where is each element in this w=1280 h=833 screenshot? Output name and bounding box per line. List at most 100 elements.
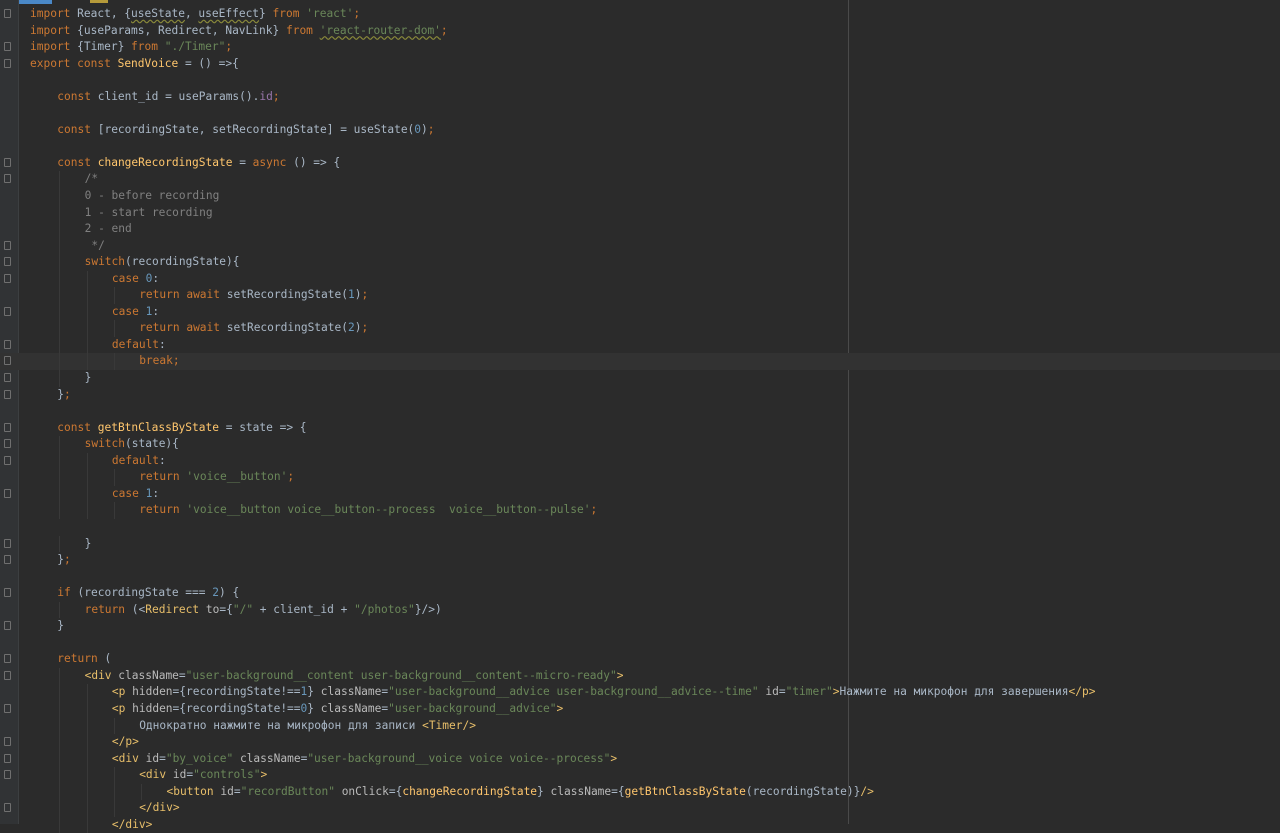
code-token: : [159,453,166,467]
code-line[interactable]: export const SendVoice = () =>{ [0,56,1280,73]
code-line[interactable]: import {useParams, Redirect, NavLink} fr… [0,23,1280,40]
code-line[interactable]: default: [0,452,1280,470]
code-line[interactable] [0,138,1280,155]
code-line[interactable]: } [0,370,1280,387]
code-line[interactable]: default: [0,336,1280,354]
code-token: return [139,503,180,517]
code-line[interactable] [0,403,1280,420]
code-line[interactable]: switch(state){ [0,436,1280,453]
fold-marker-icon[interactable] [4,538,11,548]
code-line[interactable]: case 1: [0,485,1280,503]
indent-guide [59,287,61,304]
code-token: > [610,751,618,765]
code-line[interactable]: switch(recordingState){ [0,254,1280,271]
code-line[interactable]: case 1: [0,303,1280,321]
code-line[interactable]: <p hidden={recordingState!==0} className… [0,700,1280,718]
fold-marker-icon[interactable] [4,306,11,316]
fold-marker-icon[interactable] [4,621,11,631]
fold-marker-icon[interactable] [4,339,11,349]
code-line[interactable] [0,569,1280,586]
fold-marker-icon[interactable] [4,389,11,399]
code-line[interactable]: /* [0,171,1280,189]
code-line[interactable]: return await setRecordingState(1); [0,287,1280,304]
code-line[interactable]: Однократно нажмите на микрофон для запис… [0,717,1280,735]
fold-marker-icon[interactable] [4,273,11,283]
code-line[interactable]: import React, {useState, useEffect} from… [0,6,1280,23]
fold-marker-icon[interactable] [4,654,11,664]
indent-guide [86,287,88,304]
code-line[interactable]: } [0,535,1280,553]
code-line[interactable]: <div id="by_voice" className="user-backg… [0,750,1280,768]
code-line[interactable]: return 'voice__button voice__button--pro… [0,502,1280,519]
fold-marker-icon[interactable] [4,455,11,465]
code-line[interactable]: </p> [0,734,1280,751]
fold-marker-icon[interactable] [4,174,11,184]
fold-marker-icon[interactable] [4,9,11,18]
code-line[interactable]: }; [0,387,1280,404]
code-editor[interactable]: import React, {useState, useEffect} from… [0,0,1280,833]
fold-marker-icon[interactable] [4,703,11,713]
fold-marker-icon[interactable] [4,422,11,432]
code-line[interactable] [0,72,1280,89]
indent-guide [86,800,88,817]
fold-marker-icon[interactable] [4,803,11,813]
fold-marker-icon[interactable] [4,373,11,383]
code-token: ; [590,503,598,517]
code-line[interactable] [0,635,1280,652]
code-token: case [111,486,139,500]
code-token: ; [353,7,361,20]
fold-marker-icon[interactable] [4,737,11,747]
code-line[interactable]: </div> [0,816,1280,833]
code-line[interactable]: import {Timer} from "./Timer"; [0,39,1280,56]
code-line[interactable]: <button id="recordButton" onClick={chang… [0,783,1280,801]
indent-guide [86,767,88,784]
code-text: case 1: [112,486,159,503]
code-line[interactable]: 0 - before recording [0,188,1280,205]
code-line[interactable]: <div className="user-background__content… [0,667,1280,685]
code-token: id [259,89,273,103]
code-line[interactable]: case 0: [0,270,1280,288]
code-text: case 0: [112,271,159,288]
code-line[interactable]: 2 - end [0,221,1280,238]
code-line[interactable] [0,519,1280,536]
code-line[interactable]: return ( [0,651,1280,668]
code-line[interactable]: }; [0,552,1280,569]
code-token: switch [84,255,126,269]
code-token: ; [272,89,280,103]
code-token: return [57,652,98,666]
code-line[interactable]: <div id="controls"> [0,767,1280,784]
fold-marker-icon[interactable] [4,488,11,498]
code-line[interactable]: <p hidden={recordingState!==1} className… [0,684,1280,701]
fold-marker-icon[interactable] [4,356,11,366]
code-line[interactable]: 1 - start recording [0,204,1280,222]
fold-marker-icon[interactable] [4,670,11,680]
fold-marker-icon[interactable] [4,58,11,68]
fold-marker-icon[interactable] [4,588,11,598]
code-line[interactable]: */ [0,237,1280,255]
fold-marker-icon[interactable] [4,770,11,780]
code-line[interactable]: const changeRecordingState = async () =>… [0,155,1280,172]
fold-marker-icon[interactable] [4,753,11,763]
code-line[interactable]: return 'voice__button'; [0,469,1280,486]
fold-marker-icon[interactable] [4,157,11,167]
fold-marker-icon[interactable] [4,240,11,250]
fold-marker-icon[interactable] [4,439,11,449]
code-lines[interactable]: import React, {useState, useEffect} from… [0,6,1280,833]
code-line[interactable]: const [recordingState, setRecordingState… [0,122,1280,139]
code-line[interactable]: const client_id = useParams().id; [0,89,1280,106]
code-line[interactable]: return await setRecordingState(2); [0,320,1280,337]
code-line[interactable]: } [0,618,1280,635]
tab-icon[interactable] [90,0,108,3]
code-line[interactable]: break; [0,353,1280,371]
fold-marker-icon[interactable] [4,555,11,565]
fold-marker-icon[interactable] [4,257,11,267]
code-line[interactable]: </div> [0,800,1280,817]
fold-marker-icon[interactable] [4,42,11,52]
code-line[interactable] [0,105,1280,122]
indent-guide [59,188,61,205]
indent-guide [86,816,88,833]
code-line[interactable]: return (<Redirect to={"/" + client_id + … [0,601,1280,619]
code-line[interactable]: const getBtnClassByState = state => { [0,420,1280,437]
code-text: if (recordingState === 2) { [57,585,239,602]
code-line[interactable]: if (recordingState === 2) { [0,585,1280,602]
